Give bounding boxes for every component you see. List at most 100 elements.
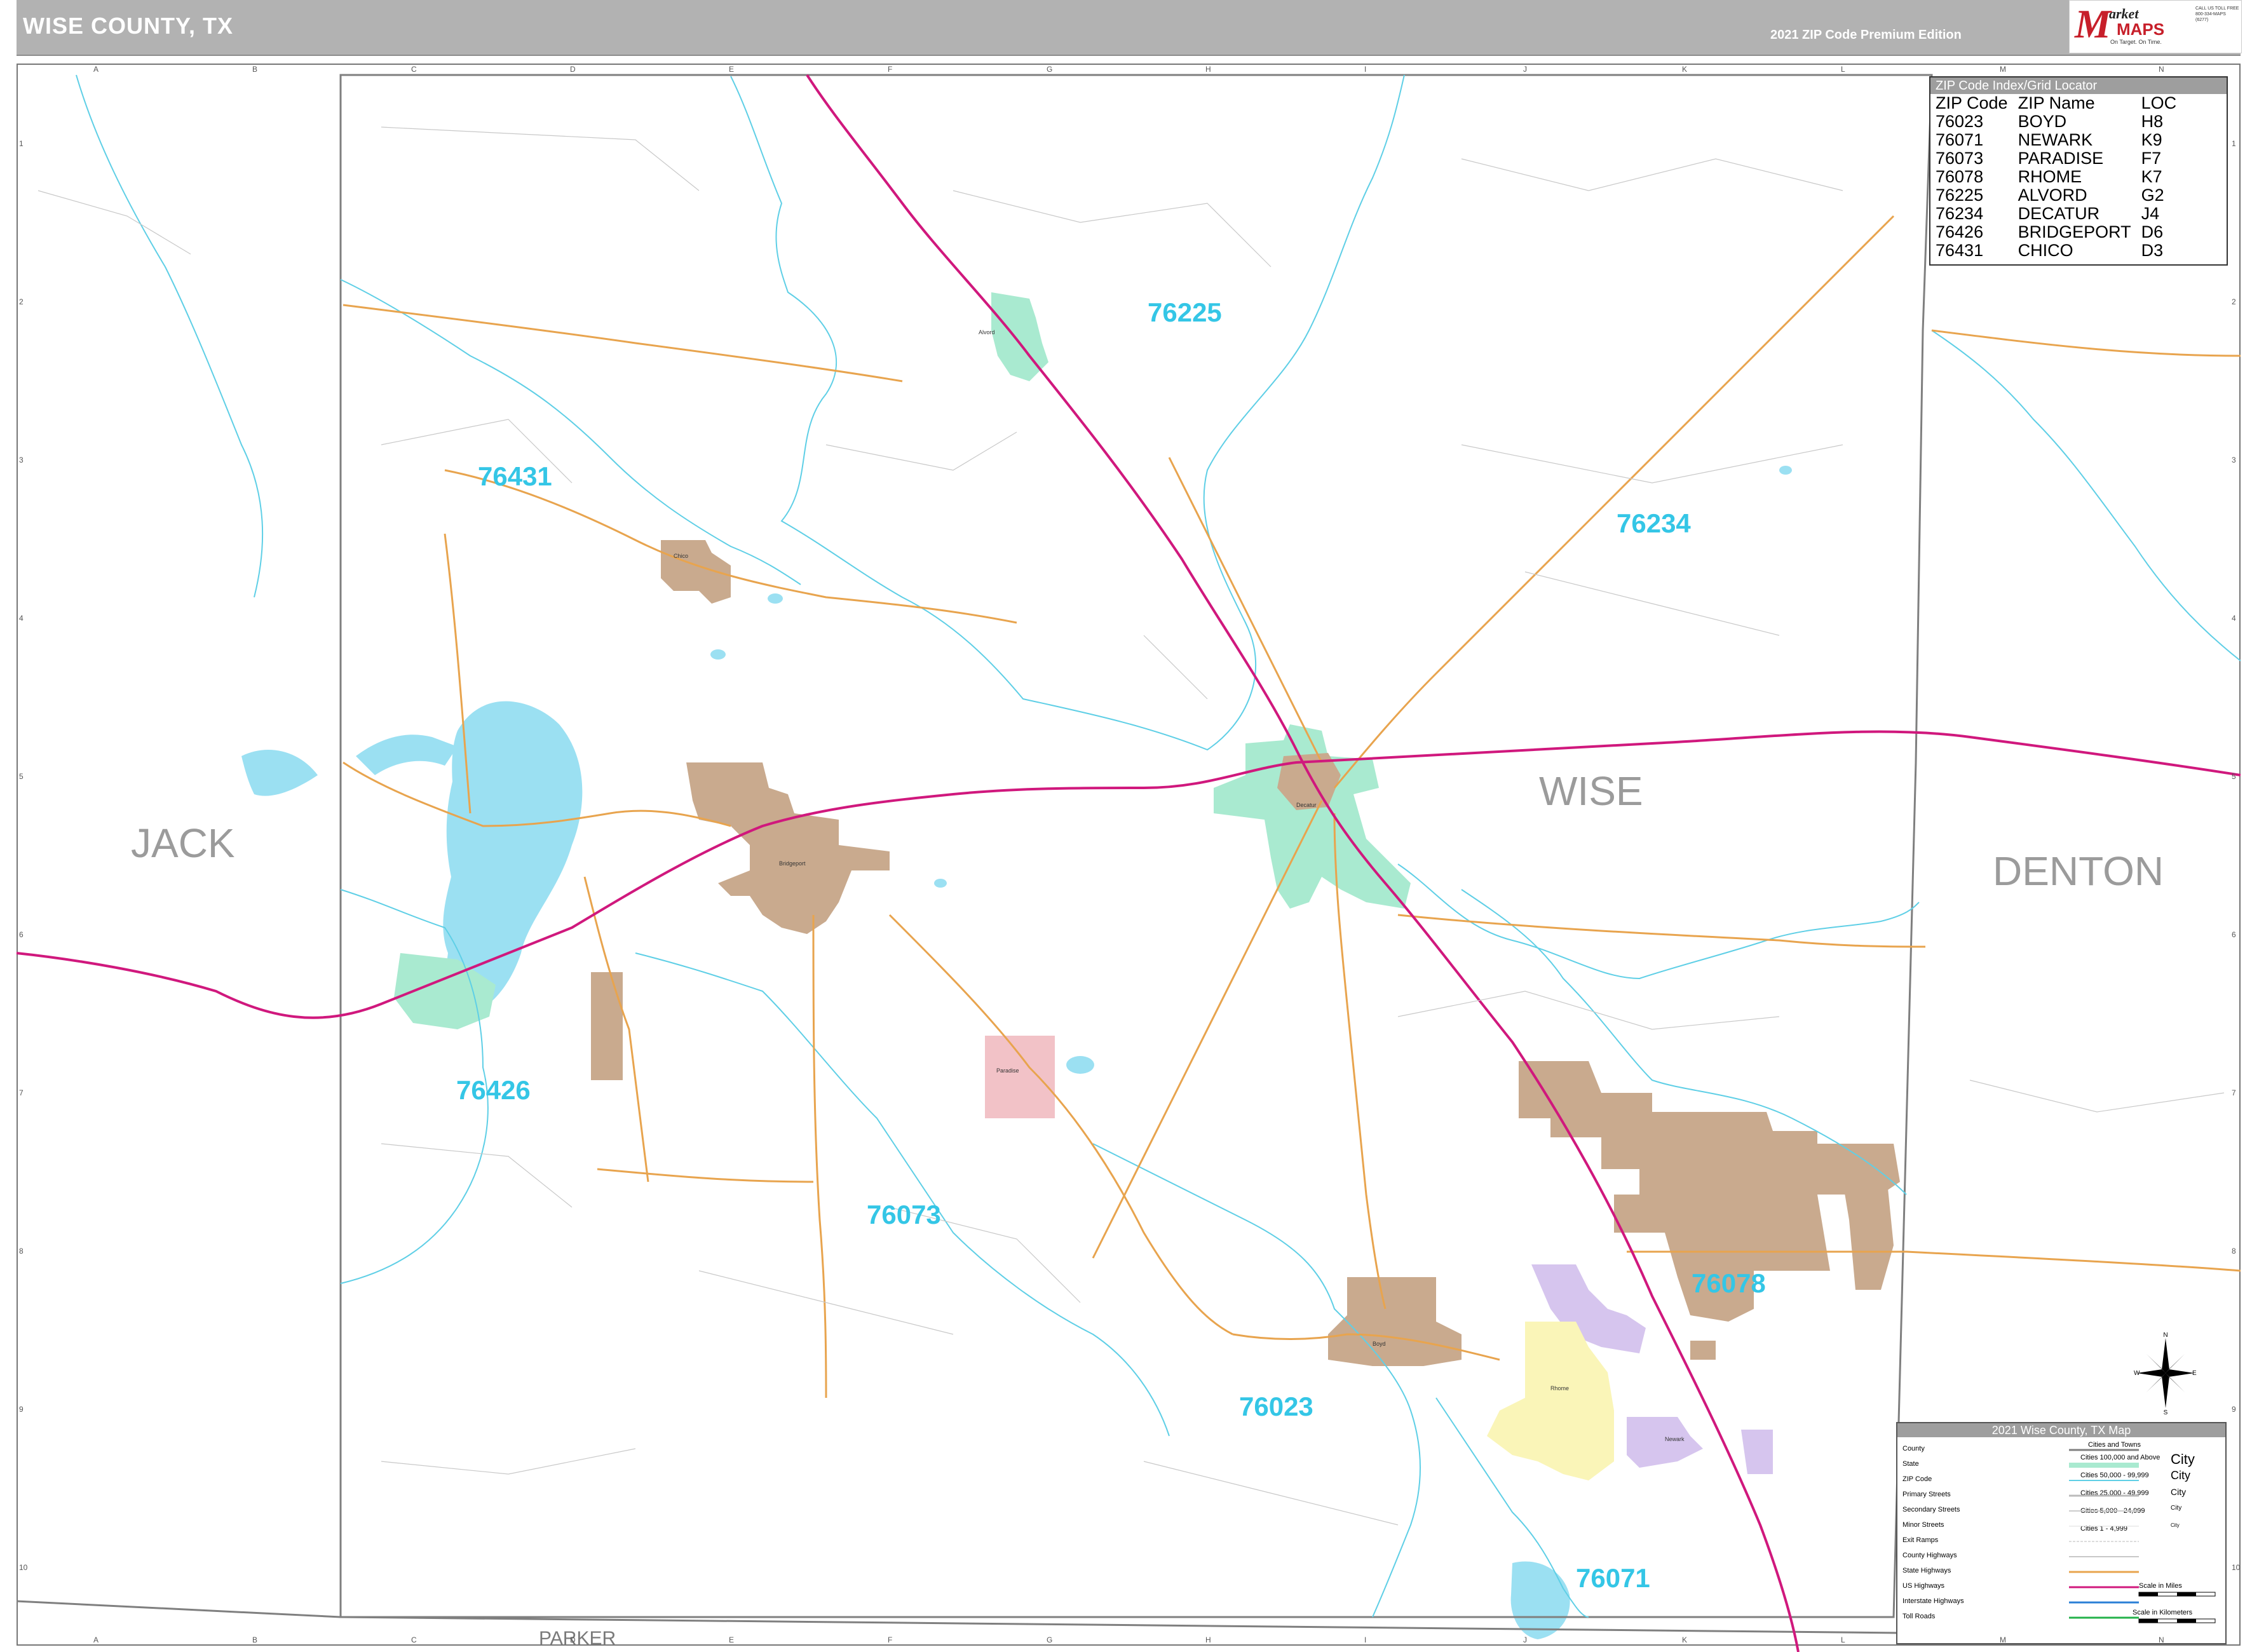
city-rhome-small [1690, 1341, 1716, 1360]
zip-code-cell: 76073 [1936, 149, 1984, 168]
pond-5 [710, 649, 726, 660]
zip-label-76023: 76023 [1239, 1391, 1313, 1421]
zip-jack-boundary [76, 74, 264, 598]
zip-name-cell: BRIDGEPORT [2018, 222, 2131, 241]
lake-arm-north [356, 735, 458, 775]
us-highway-380 [16, 730, 2241, 1019]
grid-column-label: M [2000, 65, 2006, 74]
zip-code-cell: 76225 [1936, 186, 1984, 205]
city-bridgeport-south [591, 972, 623, 1080]
grid-row-label: 9 [19, 1404, 24, 1414]
zip-index-header: LOC [2141, 93, 2177, 112]
zip-code-cell: 76431 [1936, 241, 1984, 260]
grid-column-label: A [93, 65, 99, 74]
minor-street-11 [381, 1448, 636, 1475]
zip-name-cell: DECATUR [2018, 204, 2100, 223]
grid-row-label: 9 [2232, 1404, 2236, 1414]
zip-code-cell: 76078 [1936, 167, 1984, 186]
grid-column-label: G [1047, 65, 1053, 74]
zip-index-row: 76234 DECATUR J4 [1930, 205, 2181, 223]
zip-76225-boundary [730, 74, 1405, 751]
zip-loc-cell: D3 [2141, 241, 2164, 260]
minor-street-6 [1461, 444, 1843, 484]
minor-street-1 [381, 126, 700, 191]
grid-column-label: K [1682, 65, 1688, 74]
town-label-decatur: Decatur [1296, 802, 1317, 808]
minor-street-7 [381, 1143, 573, 1208]
city-boyd [1328, 1277, 1462, 1366]
minor-street-3 [1461, 158, 1843, 191]
grid-row-label: 4 [2232, 613, 2236, 623]
zip-index-header: ZIP Code [1936, 93, 2008, 112]
zip-loc-cell: J4 [2141, 204, 2160, 223]
map-canvas[interactable] [0, 0, 2245, 1652]
state-highway-7 [1168, 457, 1323, 763]
zip-index-row: 76431 CHICO D3 [1930, 241, 2181, 260]
town-label-bridgeport: Bridgeport [779, 860, 806, 867]
zip-name-cell: BOYD [2018, 112, 2067, 131]
pond-4 [934, 879, 947, 888]
city-haslet-purple [1627, 1417, 1703, 1468]
grid-column-label: L [1841, 65, 1845, 74]
map-legend: 2021 Wise County, TX Map County State ZIP … [1896, 1422, 2227, 1644]
minor-streets [37, 126, 2225, 1526]
pond-1 [1066, 1056, 1094, 1074]
grid-column-label: H [1205, 65, 1211, 74]
grid-column-label: J [1523, 65, 1527, 74]
grid-row-label: 6 [2232, 930, 2236, 939]
zip-76431-boundary [340, 279, 801, 585]
grid-column-label: N [2159, 1635, 2164, 1644]
zip-index-row: 76426 BRIDGEPORT D6 [1930, 223, 2181, 241]
grid-column-label: F [888, 1635, 893, 1644]
town-label-boyd: Boyd [1373, 1341, 1386, 1347]
zip-index-header: ZIP Name [2018, 93, 2095, 112]
grid-column-label: G [1047, 1635, 1053, 1644]
zip-loc-cell: G2 [2141, 186, 2164, 205]
zip-label-76225: 76225 [1148, 297, 1222, 327]
zip-loc-cell: K7 [2141, 167, 2162, 186]
zip-code-cell: 76426 [1936, 222, 1984, 241]
legend-swatches [2069, 1449, 2216, 1623]
zip-name-cell: RHOME [2018, 167, 2082, 186]
town-label-paradise: Paradise [996, 1067, 1019, 1074]
grid-column-label: D [570, 65, 576, 74]
state-highway-4 [888, 914, 1233, 1336]
grid-row-label: 6 [19, 930, 24, 939]
zip-loc-cell: F7 [2141, 149, 2162, 168]
grid-row-label: 1 [19, 139, 24, 148]
state-highway-15 [597, 1168, 814, 1183]
city-bridgeport [686, 762, 890, 934]
grid-row-label: 2 [19, 297, 24, 306]
zip-label-76073: 76073 [867, 1200, 941, 1229]
zip-label-76426: 76426 [456, 1075, 531, 1105]
city-areas [394, 292, 1900, 1480]
state-highway-8 [1092, 800, 1323, 1259]
zip-76023-boundary [1092, 1143, 1421, 1618]
grid-row-label: 5 [19, 771, 24, 781]
grid-column-label: A [93, 1635, 99, 1644]
grid-column-label: J [1523, 1635, 1527, 1644]
grid-column-label: N [2159, 65, 2164, 74]
grid-row-label: 10 [2232, 1562, 2241, 1572]
pond-2 [768, 593, 783, 604]
grid-row-label: 7 [19, 1088, 24, 1097]
zip-code-cell: 76071 [1936, 130, 1984, 149]
compass-rose-icon: N S W E [2134, 1332, 2197, 1414]
zip-loc-cell: D6 [2141, 222, 2164, 241]
zip-code-index: ZIP Code Index/Grid Locator ZIP Code ZIP… [1929, 76, 2228, 266]
zip-name-cell: ALVORD [2018, 186, 2087, 205]
grid-column-label: D [570, 1635, 576, 1644]
zip-label-76234: 76234 [1617, 508, 1691, 538]
county-label-denton: DENTON [1993, 848, 2164, 894]
zip-label-76078: 76078 [1692, 1268, 1766, 1298]
zip-76073-boundary [635, 952, 1170, 1437]
zip-label-76071: 76071 [1576, 1563, 1650, 1593]
minor-street-9 [1143, 1461, 1399, 1526]
minor-street-17 [1969, 1080, 2225, 1113]
minor-street-13 [1143, 635, 1208, 700]
lake-eagle-mountain [1510, 1561, 1570, 1639]
grid-column-label: C [411, 65, 417, 74]
zip-denton-boundary [1931, 330, 2241, 661]
compass-n: N [2163, 1332, 2167, 1339]
minor-street-5 [825, 431, 1017, 471]
